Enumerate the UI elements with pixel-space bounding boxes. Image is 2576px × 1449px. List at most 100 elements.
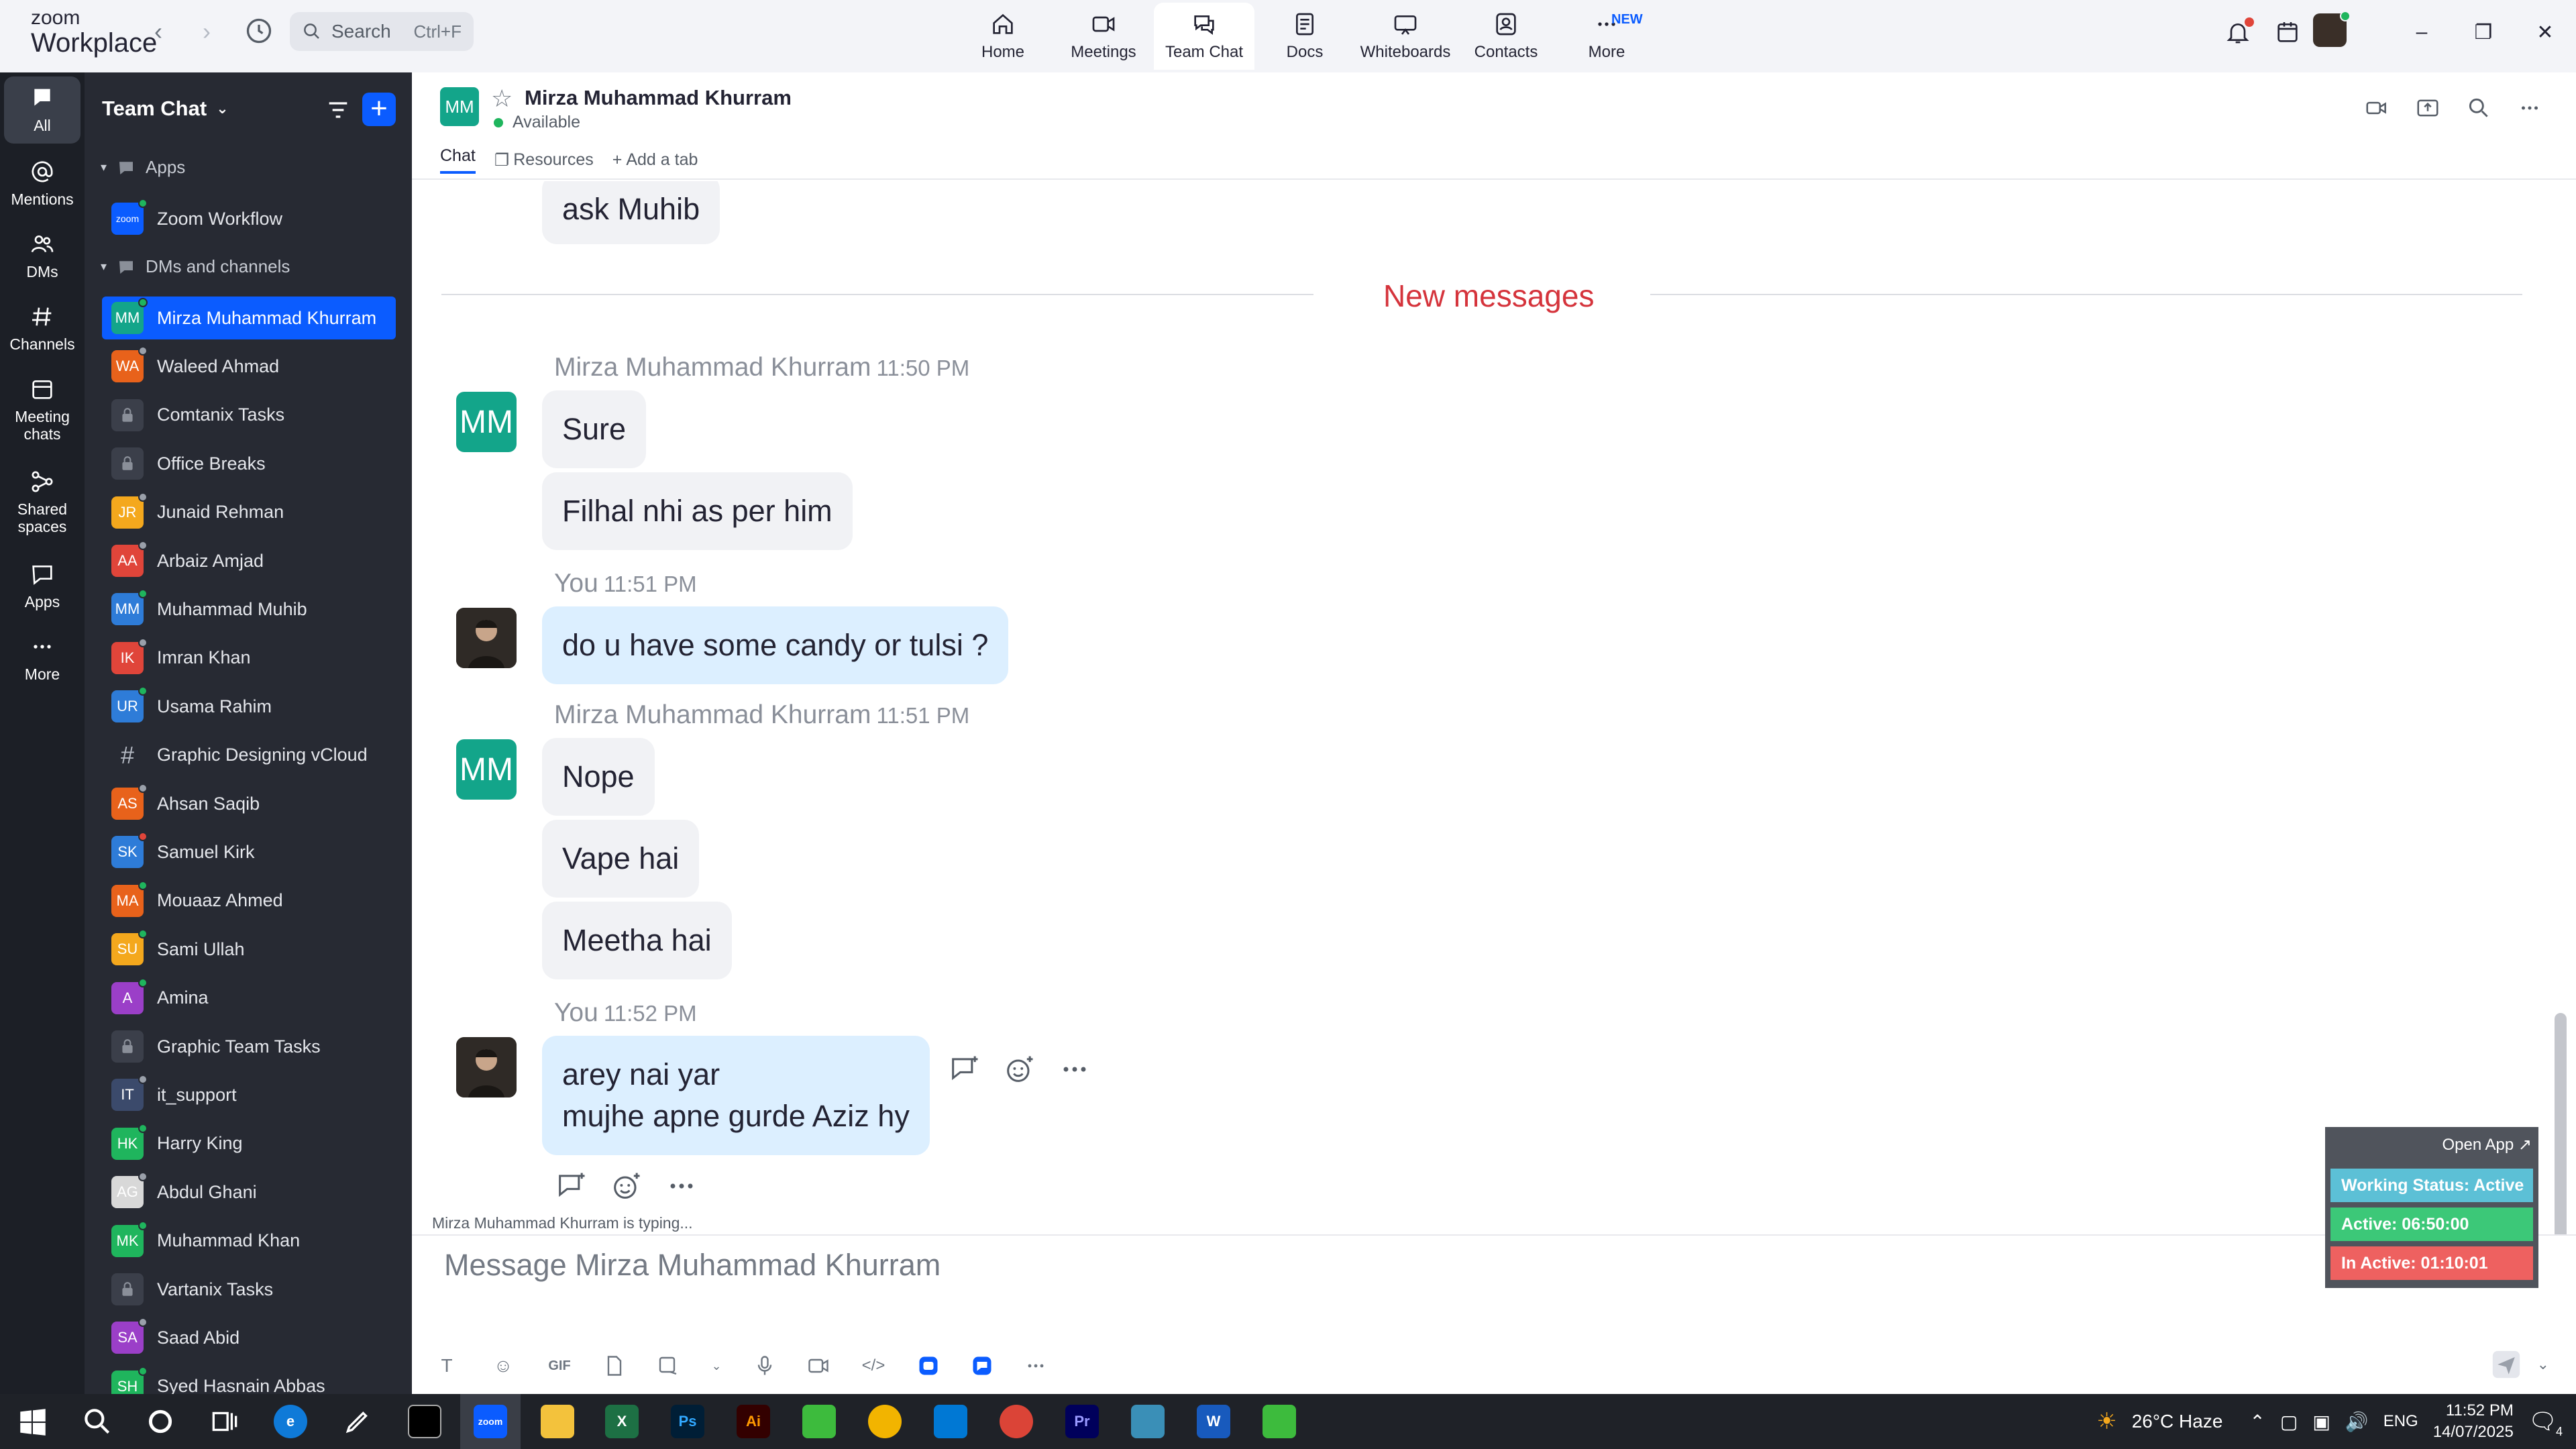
notifications-button[interactable]	[2214, 13, 2262, 51]
chevron-down-icon[interactable]: ⌄	[710, 1359, 723, 1373]
nav-docs[interactable]: Docs	[1254, 3, 1355, 70]
contact-name[interactable]: Mirza Muhammad Khurram	[525, 86, 792, 110]
language-indicator[interactable]: ENG	[2383, 1412, 2418, 1431]
sender-avatar[interactable]	[456, 608, 517, 668]
photoshop-icon[interactable]: Ps	[671, 1405, 704, 1438]
sidebar-item[interactable]: IK Imran Khan	[102, 637, 396, 680]
sidebar-item[interactable]: AG Abdul Ghani	[102, 1171, 396, 1214]
task-view-icon[interactable]	[208, 1405, 241, 1438]
share-screen-icon[interactable]	[2415, 95, 2440, 121]
rail-channels[interactable]: Channels	[4, 303, 80, 353]
rail-shared-spaces[interactable]: Shared spaces	[4, 468, 80, 536]
sidebar-item[interactable]: MM Muhammad Muhib	[102, 588, 396, 631]
app-icon[interactable]	[1131, 1405, 1165, 1438]
section-apps[interactable]: ▾ Apps	[101, 157, 185, 178]
notification-center[interactable]: 🗨 4	[2528, 1408, 2563, 1438]
volume-icon[interactable]: 🔊	[2345, 1411, 2369, 1433]
video-call-icon[interactable]	[2364, 95, 2390, 121]
premiere-icon[interactable]: Pr	[1065, 1405, 1099, 1438]
sidebar-item[interactable]: AS Ahsan Saqib	[102, 782, 396, 825]
code-snippet-icon[interactable]: </>	[860, 1356, 887, 1375]
sidebar-item[interactable]: SU Sami Ullah	[102, 928, 396, 971]
nav-home[interactable]: Home	[953, 3, 1053, 70]
scrollbar[interactable]	[2555, 1013, 2567, 1234]
meet-icon[interactable]: ▢	[2280, 1411, 2298, 1433]
sidebar-title[interactable]: Team Chat ⌄	[102, 97, 229, 121]
rail-apps[interactable]: Apps	[4, 561, 80, 610]
sidebar-item[interactable]: Vartanix Tasks	[102, 1268, 396, 1311]
whatsapp-icon[interactable]	[1263, 1405, 1296, 1438]
nav-meetings[interactable]: Meetings	[1053, 3, 1154, 70]
rail-dms[interactable]: DMs	[4, 231, 80, 280]
sidebar-item[interactable]: SK Samuel Kirk	[102, 830, 396, 873]
format-text-icon[interactable]: T	[433, 1355, 460, 1377]
pen-icon[interactable]	[341, 1405, 374, 1438]
sidebar-item[interactable]: HK Harry King	[102, 1122, 396, 1165]
terminal-icon[interactable]	[408, 1405, 441, 1438]
message-input[interactable]: Message Mirza Muhammad Khurram	[444, 1248, 941, 1283]
sidebar-item[interactable]: JR Junaid Rehman	[102, 491, 396, 534]
back-arrow-icon[interactable]: ‹	[154, 17, 162, 46]
history-icon[interactable]	[244, 16, 274, 46]
emoji-reaction-icon[interactable]	[1002, 1052, 1037, 1087]
file-icon[interactable]	[602, 1354, 627, 1378]
emoji-reaction-icon[interactable]	[609, 1169, 644, 1203]
sidebar-item[interactable]: IT it_support	[102, 1073, 396, 1116]
sidebar-item[interactable]: AA Arbaiz Amjad	[102, 539, 396, 582]
vscode-icon[interactable]	[934, 1405, 967, 1438]
message-bubble[interactable]: arey nai yar mujhe apne gurde Aziz hy	[542, 1036, 930, 1155]
sidebar-item-zoom-workflow[interactable]: zoom Zoom Workflow	[102, 197, 396, 240]
sidebar-item[interactable]: MA Mouaaz Ahmed	[102, 879, 396, 922]
rail-all[interactable]: All	[4, 76, 80, 144]
more-options-icon[interactable]	[1057, 1052, 1092, 1087]
gif-icon[interactable]: GIF	[546, 1358, 573, 1374]
forward-arrow-icon[interactable]: ›	[203, 17, 211, 46]
calendar-icon[interactable]	[2274, 19, 2301, 46]
cortana-icon[interactable]	[144, 1405, 177, 1438]
sidebar-item[interactable]: MM Mirza Muhammad Khurram	[102, 297, 396, 339]
more-options-icon[interactable]	[2517, 95, 2542, 121]
maximize-icon[interactable]: ❐	[2453, 21, 2514, 44]
sidebar-item[interactable]: A Amina	[102, 977, 396, 1020]
nav-more[interactable]: NEW More	[1556, 3, 1657, 70]
rail-meeting-chats[interactable]: Meeting chats	[4, 376, 80, 443]
message-bubble[interactable]: do u have some candy or tulsi ?	[542, 606, 1009, 684]
tab-resources[interactable]: ❐ Resources	[494, 146, 594, 174]
new-chat-button[interactable]: +	[362, 93, 396, 126]
sidebar-item[interactable]: # Graphic Designing vCloud	[102, 734, 396, 777]
minimize-icon[interactable]: –	[2391, 21, 2453, 44]
emoji-icon[interactable]: ☺	[490, 1355, 517, 1377]
message-bubble[interactable]: ask Muhib	[542, 181, 720, 244]
sidebar-item[interactable]: Comtanix Tasks	[102, 394, 396, 437]
sidebar-item[interactable]: SH Syed Hasnain Abbas	[102, 1365, 396, 1394]
chat-app-icon[interactable]	[970, 1354, 994, 1378]
screenshot-icon[interactable]	[656, 1354, 680, 1378]
sender-avatar[interactable]: MM	[456, 392, 517, 452]
more-options-icon[interactable]	[1024, 1354, 1048, 1378]
chrome-icon[interactable]	[868, 1405, 902, 1438]
video-message-icon[interactable]	[806, 1354, 830, 1378]
profile-avatar[interactable]	[2313, 11, 2351, 51]
contact-avatar[interactable]: MM	[440, 87, 479, 126]
rail-more[interactable]: More	[4, 633, 80, 683]
edge-icon[interactable]: e	[274, 1405, 307, 1438]
section-dms-channels[interactable]: ▾ DMs and channels	[101, 256, 290, 277]
message-bubble[interactable]: Sure	[542, 390, 647, 468]
sidebar-item[interactable]: UR Usama Rahim	[102, 685, 396, 728]
illustrator-icon[interactable]: Ai	[737, 1405, 770, 1438]
zoom-taskbar-icon[interactable]: zoom	[474, 1405, 507, 1438]
nav-whiteboards[interactable]: Whiteboards	[1355, 3, 1456, 70]
microphone-icon[interactable]	[753, 1354, 777, 1378]
message-bubble[interactable]: Meetha hai	[542, 902, 732, 979]
whatsapp-icon[interactable]	[802, 1405, 836, 1438]
close-icon[interactable]: ✕	[2514, 21, 2576, 44]
filter-icon[interactable]	[325, 97, 352, 123]
clock[interactable]: 11:52 PM 14/07/2025	[2433, 1400, 2514, 1443]
search-icon[interactable]	[80, 1405, 114, 1438]
sender-avatar[interactable]: MM	[456, 739, 517, 800]
zoom-app-icon[interactable]	[916, 1354, 941, 1378]
sidebar-item[interactable]: SA Saad Abid	[102, 1316, 396, 1359]
nav-contacts[interactable]: Contacts	[1456, 3, 1556, 70]
open-app-link[interactable]: Open App ↗	[2442, 1135, 2532, 1155]
chevron-up-icon[interactable]: ⌃	[2249, 1411, 2265, 1433]
